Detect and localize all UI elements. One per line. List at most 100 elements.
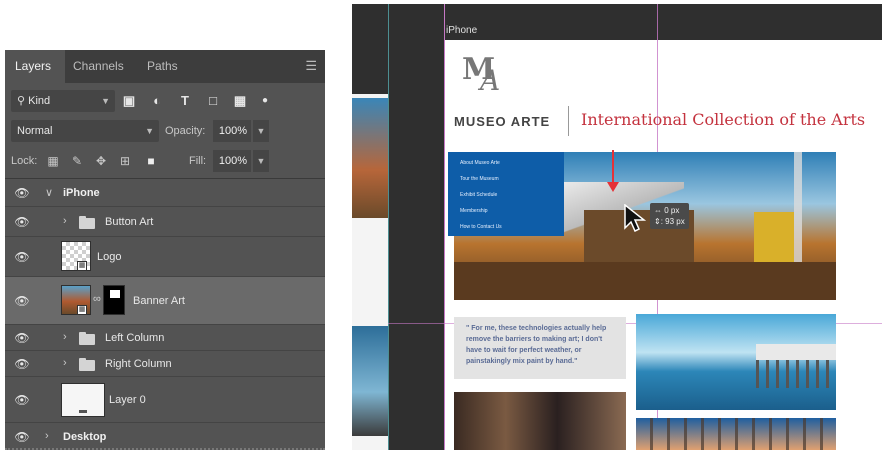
vertical-guide[interactable] xyxy=(444,4,445,450)
layer-name: Banner Art xyxy=(133,295,185,307)
layer-name: iPhone xyxy=(63,187,100,199)
desktop-column-image xyxy=(352,326,388,436)
nav-item-about[interactable]: About Museo Arte xyxy=(460,160,500,166)
layer-thumbnail xyxy=(61,383,105,417)
type-filter-icon[interactable]: T xyxy=(177,93,193,109)
lock-transparent-pixels-icon[interactable]: ▦ xyxy=(45,153,61,169)
layer-row-banner-art[interactable]: 👁 ▦ ∞ Banner Art xyxy=(5,277,325,325)
tooltip-line-1: ⇔ 0 px xyxy=(654,205,685,216)
eye-icon[interactable]: 👁 xyxy=(5,357,39,371)
tab-paths[interactable]: Paths xyxy=(147,50,187,83)
landscape-image xyxy=(636,418,836,450)
tab-channels[interactable]: Channels xyxy=(73,50,133,83)
navigation-menu: About Museo Arte Tour the Museum Exhibit… xyxy=(448,152,564,236)
lock-all-icon[interactable]: ■ xyxy=(143,153,159,169)
layer-list: 👁 ∨ iPhone 👁 › Button Art 👁 ▦ Logo 👁 ▦ ∞… xyxy=(5,178,325,450)
document-canvas[interactable]: iPhone M A MUSEO ARTE International Coll… xyxy=(352,4,882,450)
quote-text: " For me, these technologies actually he… xyxy=(466,325,607,365)
blend-mode-value: Normal xyxy=(17,125,53,137)
quote-box: " For me, these technologies actually he… xyxy=(454,317,626,379)
fill-field[interactable]: 100% xyxy=(213,150,251,172)
kind-filter-label: Kind xyxy=(28,95,51,107)
layer-name: Button Art xyxy=(105,216,154,228)
panel-tab-bar: Layers Channels Paths ☰ xyxy=(5,50,325,83)
eye-icon[interactable]: 👁 xyxy=(5,250,39,264)
lock-label: Lock: xyxy=(11,155,38,167)
smart-object-icon: ▦ xyxy=(77,261,87,271)
trees-shape xyxy=(636,418,836,450)
shape-filter-icon[interactable]: □ xyxy=(205,93,221,109)
nav-item-exhibits[interactable]: Exhibit Schedule xyxy=(460,192,497,198)
opacity-field[interactable]: 100% xyxy=(213,120,251,142)
nav-item-membership[interactable]: Membership xyxy=(460,208,488,214)
layer-row-right-column[interactable]: 👁 › Right Column xyxy=(5,351,325,377)
layer-row-layer-0[interactable]: 👁 Layer 0 xyxy=(5,377,325,423)
chevron-right-icon[interactable]: › xyxy=(63,215,67,227)
filter-row: ⚲ Kind ▼ ▣ ◐ T □ ▦ ● xyxy=(5,89,325,115)
banner-ground-shape xyxy=(454,262,836,300)
nav-item-contact[interactable]: How to Contact Us xyxy=(460,224,502,230)
tab-layers[interactable]: Layers xyxy=(5,50,65,83)
blend-row: Normal ▼ Opacity: 100% ▼ xyxy=(5,119,325,145)
callout-arrow-head-icon xyxy=(607,182,619,192)
kind-filter-select[interactable]: ⚲ Kind ▼ xyxy=(11,90,115,112)
desktop-banner-image xyxy=(352,98,388,218)
panel-menu-icon[interactable]: ☰ xyxy=(305,58,317,74)
layer-name: Layer 0 xyxy=(109,394,146,406)
layer-mask-thumbnail[interactable] xyxy=(103,285,125,315)
blend-mode-select[interactable]: Normal ▼ xyxy=(11,120,159,142)
opacity-label: Opacity: xyxy=(165,125,206,137)
vertical-guide[interactable] xyxy=(388,4,389,450)
chevron-right-icon[interactable]: › xyxy=(45,430,49,442)
panel-bottom-edge xyxy=(5,446,325,450)
fill-dropdown-icon[interactable]: ▼ xyxy=(253,150,269,172)
smart-object-filter-icon[interactable]: ▦ xyxy=(232,93,248,109)
chevron-down-icon[interactable]: ∨ xyxy=(45,186,53,199)
layers-panel: Layers Channels Paths ☰ ⚲ Kind ▼ ▣ ◐ T □… xyxy=(5,50,325,450)
link-chain-icon[interactable]: ∞ xyxy=(93,293,101,305)
chevron-down-icon: ▼ xyxy=(101,96,110,106)
eye-icon[interactable]: 👁 xyxy=(5,186,39,200)
image-filter-icon[interactable]: ▣ xyxy=(121,93,137,109)
horizontal-offset-icon: ⇔ xyxy=(654,206,662,215)
folder-icon xyxy=(79,216,95,229)
pier-image xyxy=(636,314,836,410)
layer-row-left-column[interactable]: 👁 › Left Column xyxy=(5,325,325,351)
layer-name: Logo xyxy=(97,251,122,263)
lock-position-icon[interactable]: ✥ xyxy=(93,153,109,169)
artboard-nesting-icon[interactable]: ⊞ xyxy=(117,153,133,169)
smart-object-icon: ▦ xyxy=(77,305,87,315)
tooltip-dy: : 93 px xyxy=(660,217,685,226)
vertical-offset-icon: ⇕ xyxy=(654,217,661,226)
eye-icon[interactable]: 👁 xyxy=(5,430,39,444)
search-icon: ⚲ xyxy=(17,95,26,107)
thumbnail-marker xyxy=(79,410,87,413)
opacity-dropdown-icon[interactable]: ▼ xyxy=(253,120,269,142)
folder-icon xyxy=(79,332,95,345)
layer-name: Right Column xyxy=(105,358,172,370)
folder-icon xyxy=(79,358,95,371)
logo-script-a-icon: A xyxy=(480,64,501,97)
logo-name: MUSEO ARTE xyxy=(454,114,551,129)
page-headline: International Collection of the Arts xyxy=(581,110,866,129)
filter-toggle-icon[interactable]: ● xyxy=(257,93,273,109)
pier-posts-shape xyxy=(756,360,836,388)
layer-name: Desktop xyxy=(63,431,107,443)
layer-row-button-art[interactable]: 👁 › Button Art xyxy=(5,207,325,237)
eye-icon[interactable]: 👁 xyxy=(5,393,39,407)
eye-icon[interactable]: 👁 xyxy=(5,215,39,229)
chevron-right-icon[interactable]: › xyxy=(63,357,67,369)
tooltip-line-2: ⇕: 93 px xyxy=(654,216,685,227)
lock-image-pixels-icon[interactable]: ✎ xyxy=(69,153,85,169)
pier-building-shape xyxy=(756,344,836,360)
nav-item-tour[interactable]: Tour the Museum xyxy=(460,176,499,182)
adjustment-filter-icon[interactable]: ◐ xyxy=(149,93,165,109)
layer-name: Left Column xyxy=(105,332,165,344)
eye-icon[interactable]: 👁 xyxy=(5,331,39,345)
eye-icon[interactable]: 👁 xyxy=(5,294,39,308)
layer-row-iphone[interactable]: 👁 ∨ iPhone xyxy=(5,179,325,207)
chevron-right-icon[interactable]: › xyxy=(63,331,67,343)
layer-row-logo[interactable]: 👁 ▦ Logo xyxy=(5,237,325,277)
interior-image xyxy=(454,392,626,450)
tooltip-dx: 0 px xyxy=(664,206,680,215)
